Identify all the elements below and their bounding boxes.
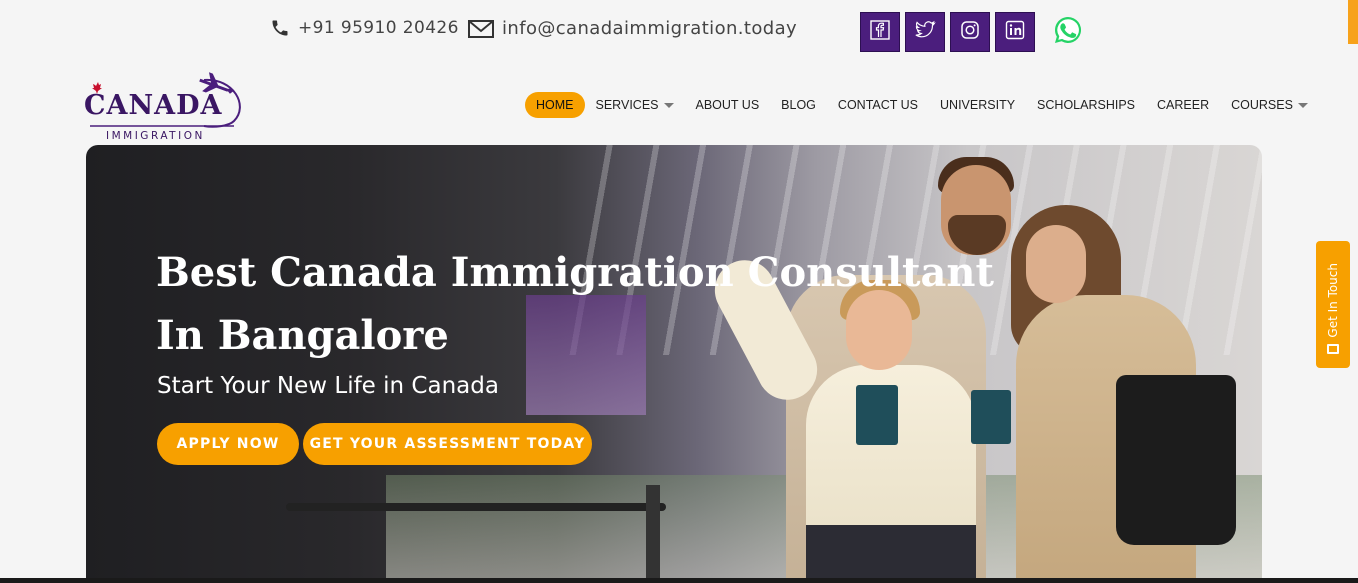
hero-photo-passport xyxy=(856,385,898,445)
nav-courses[interactable]: COURSES xyxy=(1220,92,1319,118)
nav-blog[interactable]: BLOG xyxy=(770,92,827,118)
hero-photo-handbag xyxy=(1116,375,1236,545)
phone-contact[interactable]: +91 95910 20426 xyxy=(270,18,459,38)
hero-barrier-post xyxy=(646,485,660,583)
apply-now-button[interactable]: APPLY NOW xyxy=(157,423,299,465)
envelope-icon xyxy=(1327,344,1339,354)
nav-scholarships[interactable]: SCHOLARSHIPS xyxy=(1026,92,1146,118)
bottom-bar xyxy=(0,578,1358,583)
twitter-icon xyxy=(914,20,936,45)
nav-home[interactable]: HOME xyxy=(525,92,585,118)
site-logo[interactable]: CANADA IMMIGRATION xyxy=(84,66,244,144)
facebook-icon xyxy=(870,19,890,45)
hero-barrier-rope xyxy=(286,503,666,511)
get-assessment-button[interactable]: GET YOUR ASSESSMENT TODAY xyxy=(303,423,592,465)
main-nav: HOME SERVICES ABOUT US BLOG CONTACT US U… xyxy=(525,92,1319,118)
page: +91 95910 20426 info@canadaimmigration.t… xyxy=(0,0,1358,583)
linkedin-link[interactable] xyxy=(995,12,1035,52)
hero-title-line1: Best Canada Immigration Consultant xyxy=(156,249,994,296)
hero-tagline: Start Your New Life in Canada xyxy=(157,373,499,399)
get-in-touch-label: Get In Touch xyxy=(1326,263,1340,338)
instagram-link[interactable] xyxy=(950,12,990,52)
logo-wordmark: CANADA xyxy=(84,90,223,121)
instagram-icon xyxy=(960,20,980,45)
whatsapp-link[interactable] xyxy=(1048,12,1088,52)
chevron-down-icon xyxy=(663,102,674,108)
social-links xyxy=(860,12,1088,52)
email-contact[interactable]: info@canadaimmigration.today xyxy=(468,18,797,39)
hero-photo-pants xyxy=(806,525,976,583)
linkedin-icon xyxy=(1005,20,1025,45)
logo-subtitle: IMMIGRATION xyxy=(106,130,205,142)
hero-photo-passport xyxy=(971,390,1011,444)
get-in-touch-tab[interactable]: Get In Touch xyxy=(1316,241,1350,368)
phone-icon xyxy=(270,18,290,38)
chevron-down-icon xyxy=(1297,102,1308,108)
phone-number[interactable]: +91 95910 20426 xyxy=(298,18,459,38)
corner-accent xyxy=(1348,0,1358,44)
email-address[interactable]: info@canadaimmigration.today xyxy=(502,18,797,39)
nav-courses-label: COURSES xyxy=(1231,98,1293,112)
hero-title: Best Canada Immigration Consultant In Ba… xyxy=(156,241,1056,367)
nav-contact[interactable]: CONTACT US xyxy=(827,92,929,118)
hero-title-line2: In Bangalore xyxy=(156,312,449,359)
nav-career[interactable]: CAREER xyxy=(1146,92,1220,118)
nav-services-label: SERVICES xyxy=(595,98,659,112)
nav-university[interactable]: UNIVERSITY xyxy=(929,92,1026,118)
mail-icon xyxy=(468,19,494,39)
twitter-link[interactable] xyxy=(905,12,945,52)
whatsapp-icon xyxy=(1052,14,1084,51)
top-contact-bar: +91 95910 20426 info@canadaimmigration.t… xyxy=(0,12,1358,54)
nav-about[interactable]: ABOUT US xyxy=(685,92,771,118)
facebook-link[interactable] xyxy=(860,12,900,52)
hero-banner: Best Canada Immigration Consultant In Ba… xyxy=(86,145,1262,583)
nav-services[interactable]: SERVICES xyxy=(585,92,685,118)
